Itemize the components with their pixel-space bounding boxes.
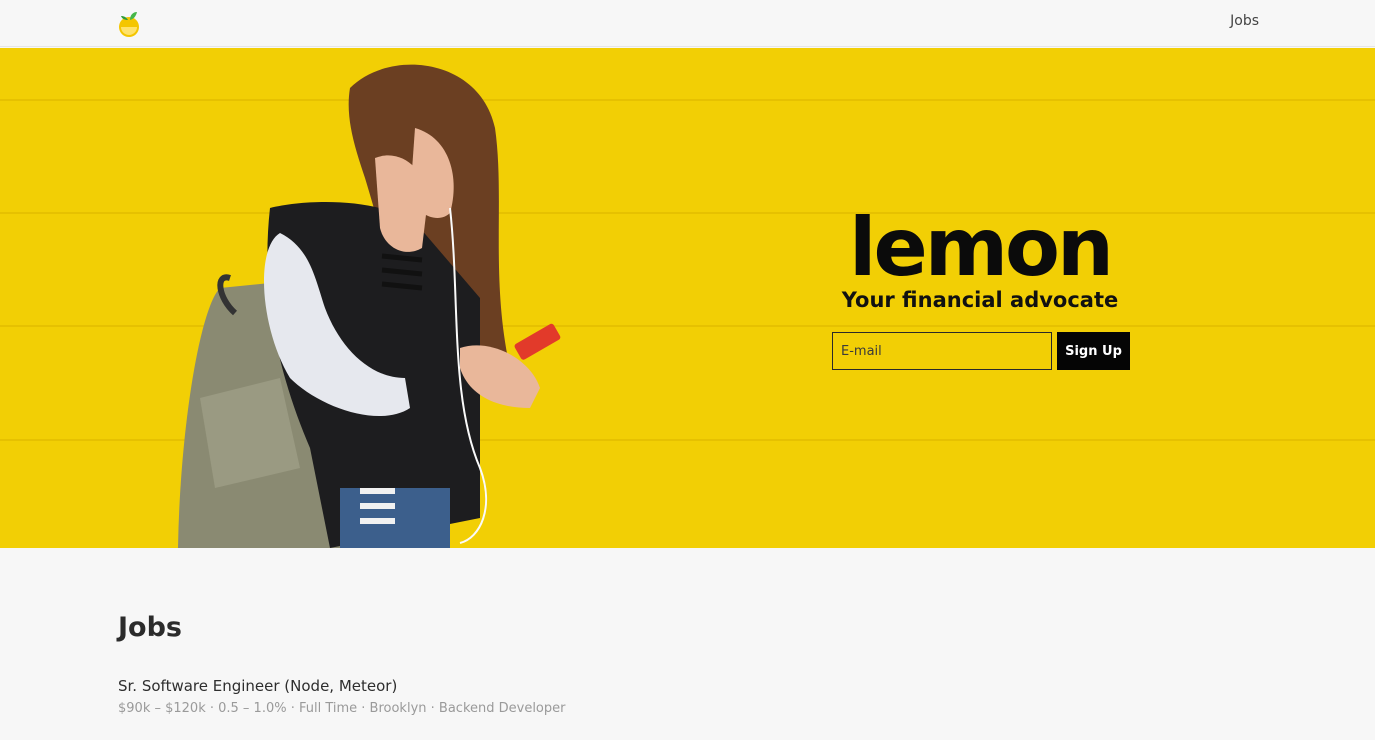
top-navigation: Jobs: [0, 0, 1375, 47]
brand-wordmark: lemon: [849, 201, 1114, 294]
signup-form: Sign Up: [832, 332, 1132, 370]
hero-banner: lemon Your financial advocate Sign Up: [0, 48, 1375, 548]
jobs-heading: Jobs: [118, 612, 182, 643]
signup-button[interactable]: Sign Up: [1057, 332, 1130, 370]
email-input[interactable]: [832, 332, 1052, 370]
job-title-link[interactable]: Sr. Software Engineer (Node, Meteor): [118, 677, 1258, 695]
job-meta: $90k – $120k · 0.5 – 1.0% · Full Time · …: [118, 701, 566, 716]
jobs-section: Jobs Sr. Software Engineer (Node, Meteor…: [118, 612, 1258, 716]
brand-tagline: Your financial advocate: [841, 288, 1119, 312]
hero-person-image: [178, 64, 561, 548]
nav-jobs-link[interactable]: Jobs: [1230, 13, 1259, 29]
hero-brand-block: lemon Your financial advocate: [820, 201, 1140, 313]
job-list-item: Sr. Software Engineer (Node, Meteor) $90…: [118, 677, 1258, 716]
lemon-logo-icon[interactable]: [116, 10, 144, 38]
